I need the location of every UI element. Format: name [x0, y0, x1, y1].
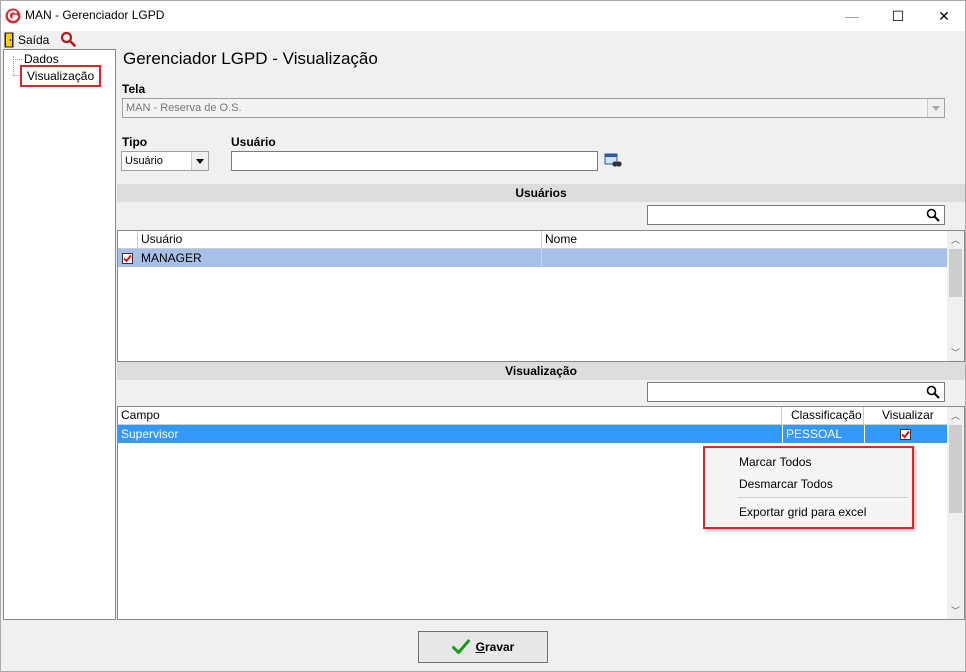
- window-title: MAN - Gerenciador LGPD: [25, 8, 165, 22]
- context-menu: Marcar Todos Desmarcar Todos Exportar gr…: [703, 446, 914, 529]
- cell-classificacao: PESSOAL: [782, 425, 864, 443]
- column-header-classificacao[interactable]: Classificação: [782, 407, 864, 425]
- cell-visualizar[interactable]: [864, 425, 947, 443]
- cell-nome: [542, 249, 947, 267]
- save-label: Gravar: [475, 640, 515, 654]
- column-header-visualizar[interactable]: Visualizar: [864, 407, 947, 425]
- toolbar: Saída: [1, 31, 965, 49]
- tela-label: Tela: [122, 82, 146, 96]
- menu-item-desmarcar-todos[interactable]: Desmarcar Todos: [739, 477, 833, 491]
- exit-label: Saída: [18, 33, 50, 47]
- column-header-nome[interactable]: Nome: [542, 231, 947, 249]
- scroll-thumb[interactable]: [949, 249, 962, 297]
- lookup-binoculars-icon[interactable]: [604, 153, 622, 169]
- tela-value: MAN - Reserva de O.S.: [126, 102, 242, 114]
- scroll-down-icon[interactable]: ﹀: [947, 344, 964, 361]
- checkbox-checked[interactable]: [900, 429, 911, 440]
- cell-usuario: MANAGER: [138, 249, 542, 267]
- usuario-label: Usuário: [231, 135, 276, 149]
- users-grid-header: Usuário Nome: [118, 231, 947, 249]
- save-button[interactable]: Gravar: [418, 631, 548, 663]
- minimize-button[interactable]: —: [829, 1, 875, 31]
- usuario-input[interactable]: [231, 151, 598, 171]
- column-header-check: [118, 231, 138, 249]
- tipo-label: Tipo: [122, 135, 148, 149]
- page-title: Gerenciador LGPD - Visualização: [123, 49, 378, 68]
- exit-button[interactable]: Saída: [4, 32, 49, 48]
- checkmark-icon: [451, 639, 470, 654]
- column-header-campo[interactable]: Campo: [118, 407, 782, 425]
- view-section-header: Visualização: [117, 362, 965, 380]
- scroll-thumb[interactable]: [949, 425, 962, 513]
- column-header-usuario[interactable]: Usuário: [138, 231, 542, 249]
- tela-select[interactable]: MAN - Reserva de O.S.: [122, 98, 945, 118]
- users-grid-scrollbar[interactable]: ︿ ﹀: [947, 231, 964, 361]
- view-search-input[interactable]: [647, 382, 945, 402]
- title-bar: MAN - Gerenciador LGPD — ☐ ✕: [1, 1, 965, 31]
- table-row[interactable]: Supervisor PESSOAL: [118, 425, 947, 443]
- users-grid: Usuário Nome MANAGER ︿ ﹀: [117, 230, 965, 362]
- view-grid-scrollbar[interactable]: ︿ ﹀: [947, 407, 964, 619]
- scroll-up-icon[interactable]: ︿: [947, 407, 964, 424]
- menu-separator: [737, 497, 908, 498]
- users-section-header: Usuários: [117, 184, 965, 202]
- maximize-button[interactable]: ☐: [875, 1, 921, 31]
- tipo-select[interactable]: Usuário: [121, 151, 209, 171]
- cell-campo: Supervisor: [121, 427, 179, 441]
- search-icon[interactable]: [926, 208, 940, 222]
- view-grid-header: Campo Classificação Visualizar: [118, 407, 947, 425]
- menu-item-marcar-todos[interactable]: Marcar Todos: [739, 455, 811, 469]
- search-icon[interactable]: [926, 385, 940, 399]
- menu-item-exportar-excel[interactable]: Exportar grid para excel: [739, 505, 866, 519]
- chevron-down-icon: [927, 99, 944, 117]
- tree-item-dados[interactable]: Dados: [24, 52, 59, 66]
- search-icon[interactable]: [60, 31, 76, 47]
- navigation-tree: Dados Visualização: [3, 49, 116, 620]
- tree-connector: [13, 75, 19, 76]
- close-button[interactable]: ✕: [921, 1, 966, 31]
- scroll-down-icon[interactable]: ﹀: [947, 602, 964, 619]
- scroll-up-icon[interactable]: ︿: [947, 231, 964, 248]
- chevron-down-icon: [191, 152, 208, 170]
- row-check-cell[interactable]: [118, 249, 138, 267]
- tree-connector: [13, 59, 22, 60]
- users-search-input[interactable]: [647, 205, 945, 225]
- app-window: MAN - Gerenciador LGPD — ☐ ✕ Saída Dados…: [0, 0, 966, 672]
- door-exit-icon: [4, 32, 14, 48]
- tipo-value: Usuário: [125, 155, 163, 167]
- table-row[interactable]: MANAGER: [118, 249, 947, 267]
- checkbox-checked[interactable]: [122, 253, 133, 264]
- tree-item-visualizacao[interactable]: Visualização: [20, 65, 102, 87]
- app-logo-icon: [5, 8, 21, 24]
